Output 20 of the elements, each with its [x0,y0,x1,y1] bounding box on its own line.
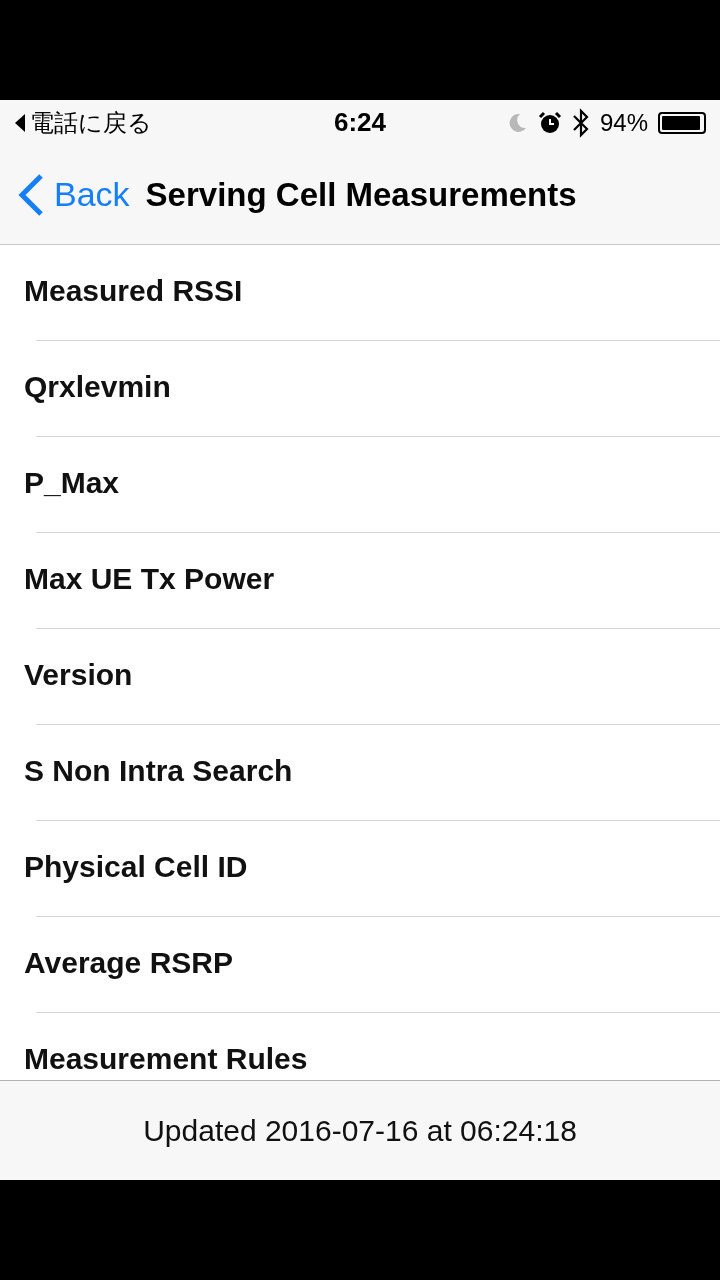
row-label: Max UE Tx Power [24,561,275,596]
row-label: S Non Intra Search [24,753,293,788]
chevron-left-icon [18,172,44,217]
back-triangle-icon[interactable] [14,112,26,133]
updated-timestamp: Updated 2016-07-16 at 06:24:18 [143,1113,577,1148]
row-label: Physical Cell ID [24,849,248,884]
back-button[interactable]: Back [18,172,130,217]
row-label: Measurement Rules [24,1041,308,1076]
status-time: 6:24 [333,107,386,138]
row-label: Average RSRP [24,945,233,980]
back-to-app-link[interactable]: 電話に戻る [30,106,152,139]
row-label: Measured RSSI [24,273,243,308]
screen-title: Serving Cell Measurements [145,175,577,214]
alarm-clock-icon [537,110,562,135]
row-label: P_Max [24,465,120,500]
row-label: Version [24,657,133,692]
row-label: Qrxlevmin [24,369,171,404]
battery-icon [658,111,706,134]
battery-percentage: 94% [599,108,648,137]
bluetooth-icon [571,107,590,138]
